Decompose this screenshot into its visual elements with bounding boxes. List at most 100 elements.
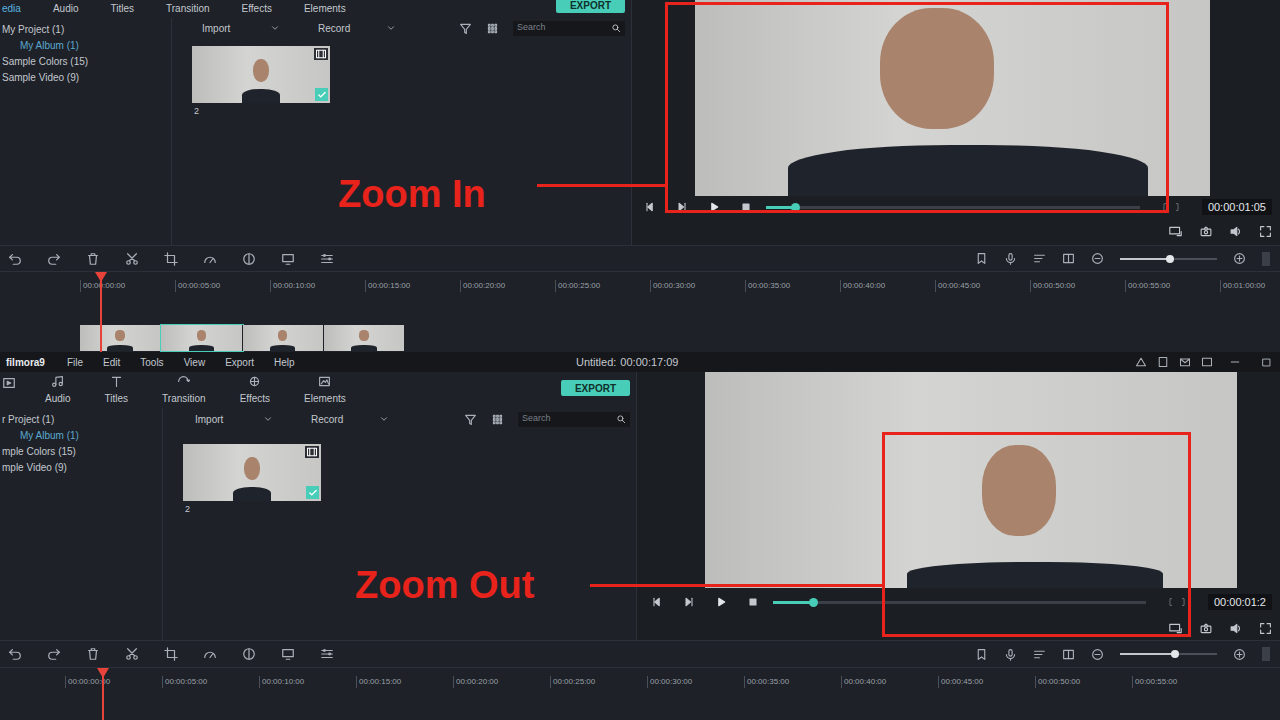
next-frame-icon[interactable]: [683, 596, 695, 608]
playhead[interactable]: [100, 272, 102, 352]
import-dropdown[interactable]: Import: [202, 21, 318, 36]
win1-icon[interactable]: [1135, 356, 1147, 368]
mark-in-icon[interactable]: [1166, 596, 1175, 608]
undo-icon[interactable]: [8, 252, 22, 266]
trash-icon[interactable]: [86, 252, 100, 266]
snapshot-icon[interactable]: [1199, 225, 1213, 238]
maximize-icon[interactable]: [1261, 357, 1272, 368]
fullscreen-icon[interactable]: [1259, 225, 1272, 238]
tab[interactable]: Effects: [240, 375, 270, 406]
previous-frame-icon[interactable]: [644, 201, 656, 213]
timeline-clip[interactable]: [80, 325, 405, 351]
folder-item[interactable]: Sample Video (9): [0, 70, 171, 85]
folder-item[interactable]: r Project (1): [0, 412, 162, 427]
settings-icon[interactable]: [320, 252, 334, 266]
screen-icon[interactable]: [281, 647, 295, 661]
menu-item[interactable]: Edit: [103, 355, 120, 370]
minimize-icon[interactable]: [1229, 356, 1241, 368]
import-dropdown[interactable]: Import: [195, 412, 311, 427]
search-field[interactable]: [518, 412, 630, 427]
volume-icon[interactable]: [1229, 622, 1243, 635]
filter-icon[interactable]: [464, 413, 477, 426]
crop-icon[interactable]: [164, 252, 178, 266]
mic-icon[interactable]: [1004, 252, 1017, 265]
mix-icon[interactable]: [1033, 648, 1046, 661]
tab[interactable]: Audio: [53, 1, 79, 16]
marker-icon[interactable]: [975, 648, 988, 661]
monitor-icon[interactable]: [1168, 225, 1183, 238]
redo-icon[interactable]: [47, 647, 61, 661]
panel-toggle[interactable]: [1262, 252, 1270, 266]
menu-item[interactable]: Help: [274, 355, 295, 370]
zoom-slider[interactable]: [1120, 653, 1217, 655]
speed-icon[interactable]: [203, 252, 217, 266]
tab[interactable]: Elements: [304, 1, 346, 16]
playhead-handle[interactable]: [95, 272, 107, 282]
media-clip[interactable]: 2: [192, 46, 330, 119]
monitor-icon[interactable]: [1168, 622, 1183, 635]
trash-icon[interactable]: [86, 647, 100, 661]
menu-item[interactable]: Tools: [140, 355, 163, 370]
zoom-in-icon[interactable]: [1233, 648, 1246, 661]
tab[interactable]: Titles: [110, 1, 134, 16]
screen-icon[interactable]: [281, 252, 295, 266]
progress-track[interactable]: [766, 206, 1140, 209]
zoom-in-icon[interactable]: [1233, 252, 1246, 265]
redo-icon[interactable]: [47, 252, 61, 266]
volume-icon[interactable]: [1229, 225, 1243, 238]
menu-item[interactable]: Export: [225, 355, 254, 370]
mark-out-icon[interactable]: [1173, 201, 1182, 213]
minus-icon[interactable]: [1091, 648, 1104, 661]
stop-icon[interactable]: [747, 596, 759, 608]
panel-toggle[interactable]: [1262, 647, 1270, 661]
grid-icon[interactable]: [486, 22, 499, 35]
crop-icon[interactable]: [164, 647, 178, 661]
cut-icon[interactable]: [125, 252, 139, 266]
minus-icon[interactable]: [1091, 252, 1104, 265]
mix-icon[interactable]: [1033, 252, 1046, 265]
marker-icon[interactable]: [975, 252, 988, 265]
play-icon[interactable]: [715, 596, 727, 608]
tab[interactable]: edia: [2, 1, 21, 16]
search-input[interactable]: [522, 412, 614, 426]
tab[interactable]: Effects: [242, 1, 272, 16]
color-icon[interactable]: [242, 252, 256, 266]
zoom-slider[interactable]: [1120, 258, 1217, 260]
media-clip[interactable]: 2: [183, 444, 321, 517]
previous-frame-icon[interactable]: [651, 596, 663, 608]
tab[interactable]: Titles: [105, 375, 129, 406]
progress-knob[interactable]: [809, 598, 818, 607]
win3-icon[interactable]: [1179, 356, 1191, 368]
record-dropdown[interactable]: Record: [318, 21, 434, 36]
search-input[interactable]: [517, 21, 609, 35]
record-dropdown[interactable]: Record: [311, 412, 427, 427]
export-button[interactable]: EXPORT: [561, 380, 630, 396]
filter-icon[interactable]: [459, 22, 472, 35]
grid-icon[interactable]: [491, 413, 504, 426]
folder-item[interactable]: mple Colors (15): [0, 444, 162, 459]
folder-item[interactable]: Sample Colors (15): [0, 54, 171, 69]
zoom-knob[interactable]: [1171, 650, 1179, 658]
split-icon[interactable]: [1062, 252, 1075, 265]
menu-item[interactable]: View: [184, 355, 206, 370]
export-button[interactable]: EXPORT: [556, 0, 625, 13]
tab[interactable]: Transition: [162, 375, 206, 406]
win4-icon[interactable]: [1201, 356, 1213, 368]
search-field[interactable]: [513, 21, 625, 36]
win2-icon[interactable]: [1157, 356, 1169, 368]
progress-track[interactable]: [773, 601, 1146, 604]
folder-item[interactable]: My Project (1): [0, 22, 171, 37]
cut-icon[interactable]: [125, 647, 139, 661]
split-icon[interactable]: [1062, 648, 1075, 661]
mic-icon[interactable]: [1004, 648, 1017, 661]
tab[interactable]: Audio: [45, 375, 71, 406]
menu-item[interactable]: File: [67, 355, 83, 370]
playhead[interactable]: [102, 668, 104, 720]
settings-icon[interactable]: [320, 647, 334, 661]
folder-item[interactable]: My Album (1): [0, 428, 162, 443]
tab[interactable]: Elements: [304, 375, 346, 406]
folder-item[interactable]: mple Video (9): [0, 460, 162, 475]
folder-item[interactable]: My Album (1): [0, 38, 171, 53]
tab[interactable]: Transition: [166, 1, 210, 16]
undo-icon[interactable]: [8, 647, 22, 661]
